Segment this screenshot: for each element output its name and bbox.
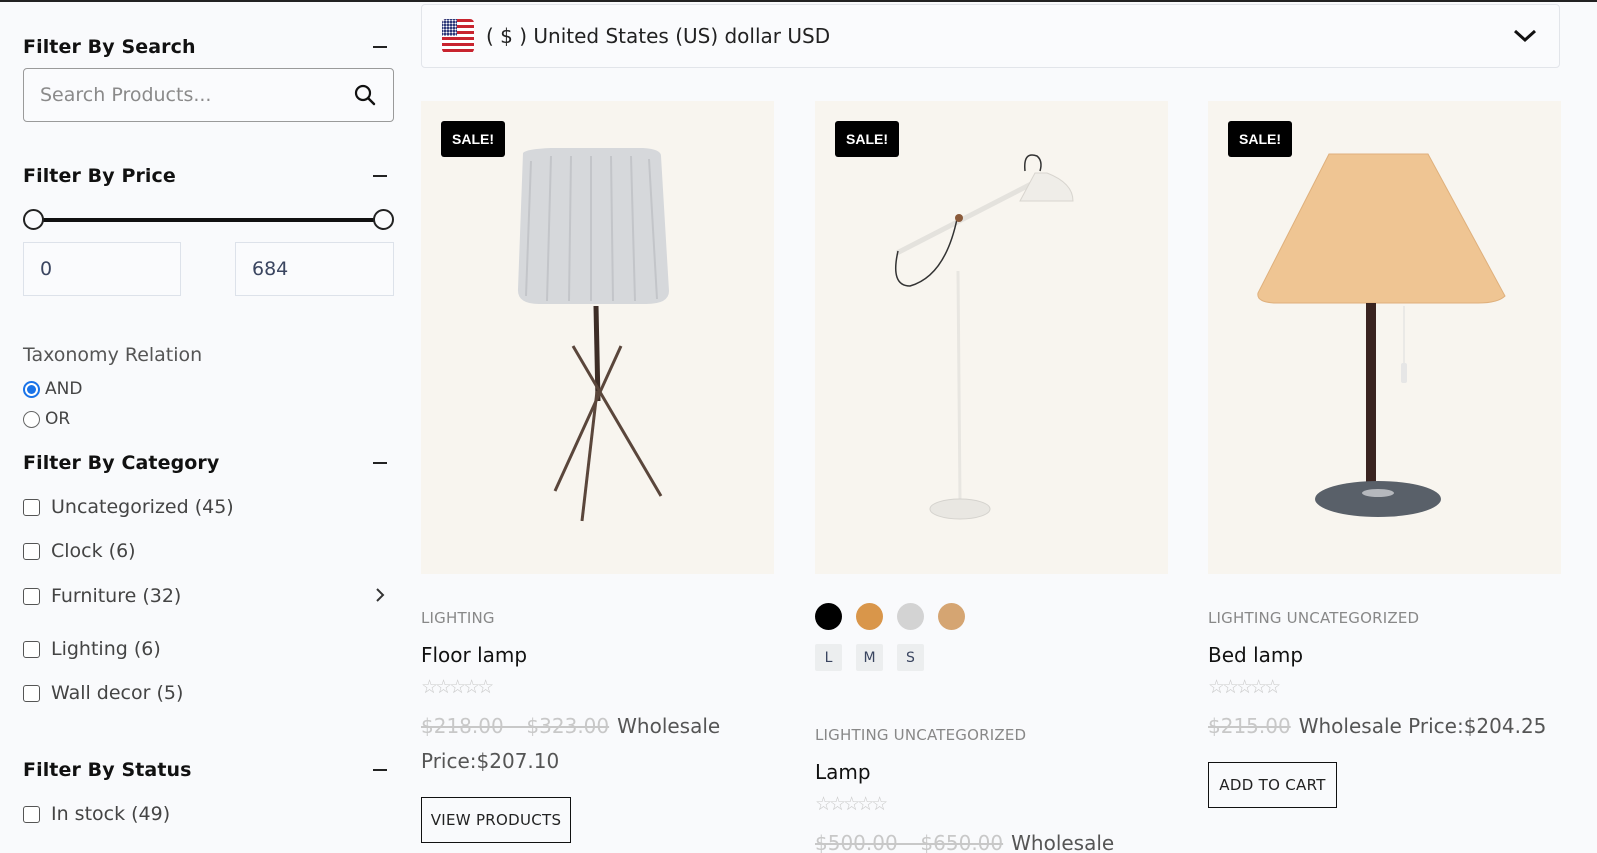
category-filter-header[interactable]: Filter By Category [23,452,395,474]
currency-label: ( $ ) United States (US) dollar USD [486,24,831,48]
checkbox[interactable] [23,684,40,702]
checkbox[interactable] [23,498,40,516]
status-label: In stock (49) [51,803,171,825]
category-label: Clock (6) [51,540,136,562]
search-icon[interactable] [353,83,377,107]
color-swatch-black[interactable] [815,603,842,630]
sale-badge: SALE! [1228,121,1292,157]
bed-lamp-image [1257,153,1506,517]
checkbox[interactable] [23,542,40,560]
collapse-minus-icon[interactable] [373,46,387,48]
category-item-uncategorized[interactable]: Uncategorized (45) [23,496,395,518]
product-category[interactable]: LIGHTING UNCATEGORIZED [1208,609,1419,627]
currency-selector[interactable]: ( $ ) United States (US) dollar USD [421,4,1560,68]
color-swatch-grey[interactable] [897,603,924,630]
category-label: Lighting (6) [51,638,161,660]
radio-label: AND [45,379,83,399]
status-item-in-stock[interactable]: In stock (49) [23,803,395,825]
wholesale-price: Wholesale [1011,831,1115,853]
sale-badge: SALE! [441,121,505,157]
category-label: Uncategorized (45) [51,496,234,518]
taxonomy-relation-label: Taxonomy Relation [23,344,203,366]
category-item-clock[interactable]: Clock (6) [23,540,395,562]
radio-and[interactable]: AND [23,379,82,399]
product-image[interactable]: SALE! [815,101,1168,574]
wholesale-price: Wholesale Price:$204.25 [1298,714,1547,738]
color-swatch-tan[interactable] [938,603,965,630]
price-filter-header[interactable]: Filter By Price [23,165,395,187]
min-price-input[interactable] [23,242,181,296]
product-price: $215.00 Wholesale Price:$204.25 [1208,709,1546,744]
chevron-right-icon[interactable] [375,584,385,608]
collapse-minus-icon[interactable] [373,462,387,464]
product-card: SALE! LIGHTING UNCATEGORIZED Bed lamp ☆☆… [1208,101,1561,808]
product-price: $218.00 – $323.00 Wholesale Price:$207.10 [421,709,751,779]
category-item-furniture[interactable]: Furniture (32) [23,584,395,608]
radio-button[interactable] [23,380,40,398]
search-input[interactable] [40,84,353,106]
product-category[interactable]: LIGHTING UNCATEGORIZED [815,726,1026,744]
price-range-slider[interactable] [23,208,394,232]
radio-button[interactable] [23,410,40,428]
wholesale-price-part1: Wholesale [617,714,721,738]
star-rating: ☆☆☆☆☆ [421,676,494,698]
radio-or[interactable]: OR [23,409,70,429]
product-price: $500.00 – $650.00 Wholesale [815,826,1114,853]
star-rating: ☆☆☆☆☆ [815,793,888,815]
floor-lamp-image [517,148,669,522]
product-image[interactable]: SALE! [1208,101,1561,574]
checkbox[interactable] [23,805,40,823]
star-rating: ☆☆☆☆☆ [1208,676,1281,698]
max-price-input[interactable] [235,242,394,296]
original-price: $218.00 – $323.00 [421,714,610,738]
search-filter-header[interactable]: Filter By Search [23,36,395,58]
slider-handle-max[interactable] [373,209,394,230]
checkbox[interactable] [23,640,40,658]
search-filter-title: Filter By Search [23,36,196,58]
product-card: SALE! LIGHTING Floor lamp ☆☆☆☆☆ $218.00 … [421,101,774,843]
slider-track [33,218,384,222]
lamp-image [895,154,1074,520]
original-price: $500.00 – $650.00 [815,831,1004,853]
product-image[interactable]: SALE! [421,101,774,574]
product-category[interactable]: LIGHTING [421,609,495,627]
status-filter-header[interactable]: Filter By Status [23,759,395,781]
product-title[interactable]: Lamp [815,760,871,784]
wholesale-price-part2: Price:$207.10 [421,749,560,773]
search-box [23,68,394,122]
color-swatch-orange[interactable] [856,603,883,630]
checkbox[interactable] [23,587,40,605]
radio-label: OR [45,409,71,429]
view-products-button[interactable]: VIEW PRODUCTS [421,797,571,843]
collapse-minus-icon[interactable] [373,769,387,771]
us-flag-icon [442,19,474,53]
category-filter-title: Filter By Category [23,452,220,474]
collapse-minus-icon[interactable] [373,175,387,177]
original-price: $215.00 [1208,714,1291,738]
size-option-l[interactable]: L [815,644,842,671]
slider-handle-min[interactable] [23,209,44,230]
sale-badge: SALE! [835,121,899,157]
category-label: Furniture (32) [51,585,182,607]
price-filter-title: Filter By Price [23,165,176,187]
size-option-s[interactable]: S [897,644,924,671]
size-option-m[interactable]: M [856,644,883,671]
category-label: Wall decor (5) [51,682,184,704]
product-card: SALE! L M S LIGHTING UNCATEGORIZED Lamp … [815,101,1168,853]
category-item-lighting[interactable]: Lighting (6) [23,638,395,660]
add-to-cart-button[interactable]: ADD TO CART [1208,762,1337,808]
category-item-wall-decor[interactable]: Wall decor (5) [23,682,395,704]
status-filter-title: Filter By Status [23,759,192,781]
product-title[interactable]: Floor lamp [421,643,527,667]
chevron-down-icon[interactable] [1513,29,1537,43]
product-title[interactable]: Bed lamp [1208,643,1303,667]
